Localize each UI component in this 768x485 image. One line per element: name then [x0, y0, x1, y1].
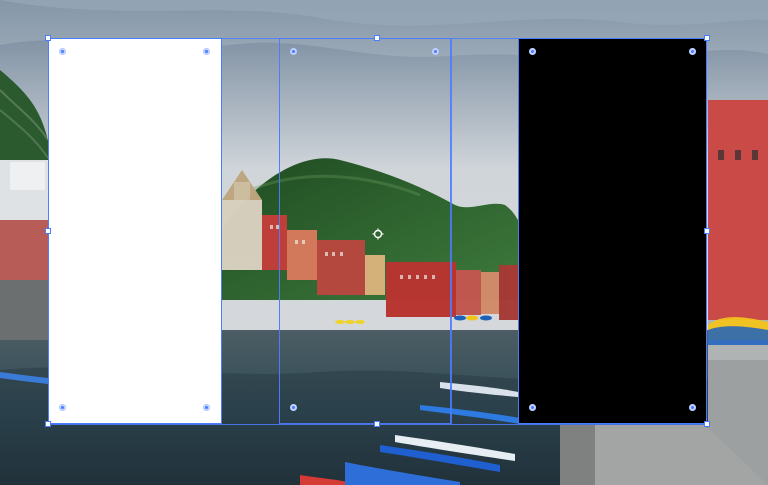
- selection-handle-bottom[interactable]: [374, 421, 380, 427]
- anchor-dot[interactable]: [203, 48, 210, 55]
- selection-handle-right[interactable]: [704, 228, 710, 234]
- anchor-dot[interactable]: [529, 48, 536, 55]
- vertical-guide: [451, 38, 452, 424]
- anchor-dot[interactable]: [290, 404, 297, 411]
- selection-handle-left[interactable]: [45, 228, 51, 234]
- anchor-dot[interactable]: [689, 48, 696, 55]
- middle-frame[interactable]: [279, 38, 451, 424]
- anchor-dot[interactable]: [529, 404, 536, 411]
- anchor-dot[interactable]: [59, 404, 66, 411]
- anchor-dot[interactable]: [689, 404, 696, 411]
- anchor-dot[interactable]: [59, 48, 66, 55]
- anchor-dot[interactable]: [290, 48, 297, 55]
- crosshair-icon[interactable]: [372, 225, 384, 240]
- white-rectangle[interactable]: [48, 38, 222, 424]
- selection-handle-bottom-right[interactable]: [704, 421, 710, 427]
- selection-handle-bottom-left[interactable]: [45, 421, 51, 427]
- selection-handle-top[interactable]: [374, 35, 380, 41]
- black-rectangle[interactable]: [518, 38, 707, 424]
- selection-handle-top-right[interactable]: [704, 35, 710, 41]
- anchor-dot[interactable]: [432, 48, 439, 55]
- selection-handle-top-left[interactable]: [45, 35, 51, 41]
- anchor-dot[interactable]: [203, 404, 210, 411]
